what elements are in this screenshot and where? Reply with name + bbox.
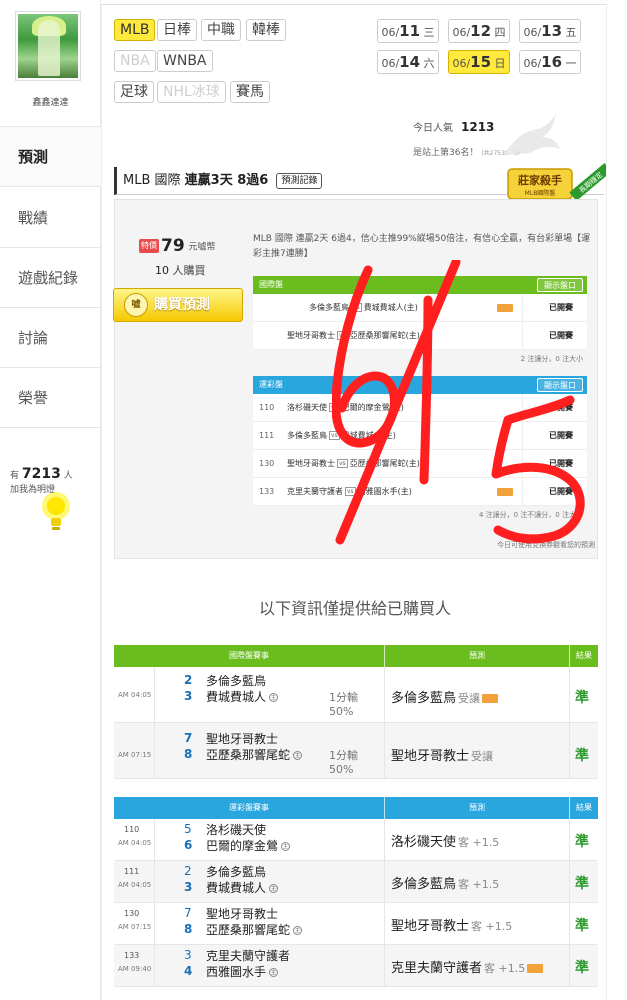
table-row: 111 AM 04:05 2 3 多倫多藍鳥 費城費城人主 多倫多藍鳥客 +1.… bbox=[114, 861, 598, 903]
lottery-mini-table: 運彩盤 顯示盤口 110 洛杉磯天使 vs 巴爾的摩金鶯(主) 已開賽 111 多倫… bbox=[253, 376, 587, 524]
date-0614[interactable]: 06/14 六 bbox=[377, 50, 439, 74]
game-status: 已開賽 bbox=[549, 331, 573, 340]
date-0612[interactable]: 06/12 四 bbox=[448, 19, 510, 43]
date-0616[interactable]: 06/16 一 bbox=[519, 50, 581, 74]
prediction-history-button[interactable]: 預測記錄 bbox=[276, 172, 323, 189]
sidebar: 鑫鑫達達 預測 戰績 遊戲紀錄 討論 榮譽 有 7213 人 加我為明燈 bbox=[0, 0, 101, 1000]
popularity: 今日人氣 1213 bbox=[413, 120, 495, 134]
table-row: 130 聖地牙哥教士 vs 亞歷桑那響尾蛇(主) 已開賽 bbox=[253, 450, 587, 478]
date-0615[interactable]: 06/15 日 bbox=[448, 50, 510, 74]
popularity-value: 1213 bbox=[461, 120, 495, 134]
show-odds-button[interactable]: 顯示盤口 bbox=[537, 378, 583, 392]
rank-tag-icon bbox=[497, 304, 513, 312]
buyers-count: 10 人購買 bbox=[155, 264, 206, 277]
prediction-description: MLB 國際 連贏2天 6過4，信心主推99%縱場50倍注，有信心全贏，有台彩單… bbox=[253, 234, 591, 259]
badge-sub: MLB國際盤 bbox=[525, 189, 556, 197]
intl-mini-table: 國際盤 顯示盤口 多倫多藍鳥 vs 費城費城人(主) 已開賽 聖地牙哥教士 vs 亞歷桑… bbox=[253, 276, 587, 368]
result-mark: 準 bbox=[575, 960, 589, 976]
price-unit: 元噓幣 bbox=[188, 242, 216, 253]
price: 79 bbox=[161, 236, 185, 256]
price-box: 特價 79 元噓幣 bbox=[139, 236, 249, 256]
category-nhl[interactable]: NHL冰球 bbox=[157, 81, 226, 103]
game-status: 已開賽 bbox=[549, 303, 573, 312]
nav-item-honor[interactable]: 榮譽 bbox=[0, 368, 101, 428]
intl-results-header: 國際盤賽事 預測 結果 bbox=[114, 645, 598, 667]
voucher-note: 今日可使用兌換券觀看您的預測 bbox=[497, 541, 595, 549]
pick-team: 洛杉磯天使 bbox=[391, 835, 457, 850]
category-soccer[interactable]: 足球 bbox=[114, 81, 154, 103]
result-mark: 準 bbox=[575, 876, 589, 892]
likes-suffix: 人 bbox=[63, 471, 73, 481]
result-mark: 準 bbox=[575, 918, 589, 934]
lottery-results-header: 運彩盤賽事 預測 結果 bbox=[114, 797, 598, 819]
table-row: 130 AM 07:15 7 8 聖地牙哥教士 亞歷桑那響尾蛇主 聖地牙哥教士客… bbox=[114, 903, 598, 945]
category-cpbl[interactable]: 中職 bbox=[201, 19, 241, 41]
main-panel: MLB 日棒 中職 韓棒 NBA WNBA 足球 NHL冰球 賽馬 06/11 … bbox=[101, 4, 607, 1000]
pick-team: 聖地牙哥教士 bbox=[391, 919, 470, 934]
lottery-summary: 4 注讓分，0 注不讓分，0 注大小 bbox=[478, 511, 583, 519]
table-row: AM 04:05 2 3 多倫多藍鳥 費城費城人主 1分輸 50% 多倫多藍鳥 受讓… bbox=[114, 667, 598, 723]
likes-count: 7213 bbox=[21, 466, 61, 482]
result-mark: 準 bbox=[575, 834, 589, 850]
table-row: 110 洛杉磯天使 vs 巴爾的摩金鶯(主) 已開賽 bbox=[253, 394, 587, 422]
result-mark: 準 bbox=[575, 690, 589, 706]
table-row: AM 07:15 7 8 聖地牙哥教士 亞歷桑那響尾蛇主 1分輸 50% 聖地牙哥… bbox=[114, 723, 598, 779]
badge-ribbon: 長期穩定 bbox=[577, 170, 604, 195]
sale-tag: 特價 bbox=[139, 239, 159, 253]
rank-tag-icon bbox=[497, 488, 513, 496]
purchase-notice: 以下資訊僅提供給已購買人 bbox=[258, 599, 451, 618]
category-kbo[interactable]: 韓棒 bbox=[246, 19, 286, 41]
username: 鑫鑫達達 bbox=[32, 98, 69, 108]
date-0611[interactable]: 06/11 三 bbox=[377, 19, 439, 43]
avatar[interactable] bbox=[16, 12, 80, 80]
intl-summary: 2 注讓分，0 注大小 bbox=[520, 355, 583, 363]
rank-tag-icon bbox=[527, 964, 544, 973]
pick-team: 多倫多藍鳥 bbox=[391, 691, 457, 706]
date-0613[interactable]: 06/13 五 bbox=[519, 19, 581, 43]
nav-item-record[interactable]: 戰績 bbox=[0, 188, 101, 248]
game-status: 已開賽 bbox=[549, 431, 573, 440]
category-nba[interactable]: NBA bbox=[114, 50, 156, 72]
game-status: 已開賽 bbox=[549, 403, 573, 412]
intl-mini-header: 國際盤 顯示盤口 bbox=[253, 276, 587, 294]
pick-team: 聖地牙哥教士 bbox=[391, 749, 470, 764]
coin-icon: 噓 bbox=[124, 293, 148, 317]
table-row: 111 多倫多藍鳥 vs 費城費城人(主) 已開賽 bbox=[253, 422, 587, 450]
nav-item-game-history[interactable]: 遊戲紀錄 bbox=[0, 248, 101, 308]
prediction-card: 特價 79 元噓幣 10 人購買 噓 購買預測 MLB 國際 連贏2天 6過4，信… bbox=[113, 199, 598, 559]
rank-tag-icon bbox=[482, 694, 499, 703]
table-row: 133 克里夫蘭守護者 vs 西雅圖水手(主) 已開賽 bbox=[253, 478, 587, 506]
table-row: 聖地牙哥教士 vs 亞歷桑那響尾蛇(主) 已開賽 bbox=[253, 322, 587, 350]
category-horse-racing[interactable]: 賽馬 bbox=[230, 81, 270, 103]
game-status: 已開賽 bbox=[549, 459, 573, 468]
category-wnba[interactable]: WNBA bbox=[157, 50, 213, 72]
result-mark: 準 bbox=[575, 748, 589, 764]
badge-title: 莊家殺手 bbox=[517, 173, 562, 187]
likes-prefix: 有 bbox=[10, 471, 20, 481]
lottery-mini-header: 運彩盤 顯示盤口 bbox=[253, 376, 587, 394]
profile-card: 鑫鑫達達 bbox=[0, 0, 101, 127]
lightbulb-icon[interactable] bbox=[40, 490, 72, 534]
pick-team: 多倫多藍鳥 bbox=[391, 877, 457, 892]
game-status: 已開賽 bbox=[549, 487, 573, 496]
category-npb[interactable]: 日棒 bbox=[157, 19, 197, 41]
intl-results-table: 國際盤賽事 預測 結果 AM 04:05 2 3 多倫多藍鳥 費城費城人主 1分… bbox=[114, 645, 598, 779]
pick-team: 克里夫蘭守護者 bbox=[391, 961, 483, 976]
category-mlb[interactable]: MLB bbox=[114, 19, 156, 41]
show-odds-button[interactable]: 顯示盤口 bbox=[537, 278, 583, 292]
lottery-results-table: 運彩盤賽事 預測 結果 110 AM 04:05 5 6 洛杉磯天使 巴爾的摩金… bbox=[114, 797, 598, 987]
buy-prediction-button[interactable]: 噓 購買預測 bbox=[113, 288, 243, 322]
nav-item-predict[interactable]: 預測 bbox=[0, 127, 101, 187]
bird-icon bbox=[504, 113, 560, 155]
table-row: 133 AM 09:40 3 4 克里夫蘭守護者 西雅圖水手主 克里夫蘭守護者客… bbox=[114, 945, 598, 987]
table-row: 多倫多藍鳥 vs 費城費城人(主) 已開賽 bbox=[253, 294, 587, 322]
nav-item-discussion[interactable]: 討論 bbox=[0, 308, 101, 368]
table-row: 110 AM 04:05 5 6 洛杉磯天使 巴爾的摩金鶯主 洛杉磯天使客 +1… bbox=[114, 819, 598, 861]
